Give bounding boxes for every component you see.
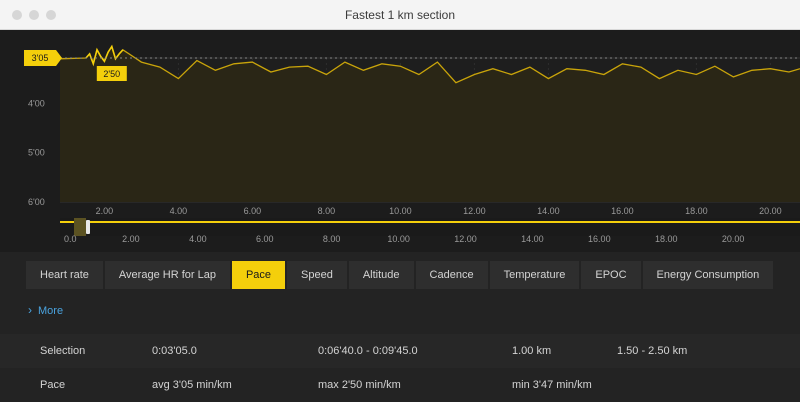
max-pace-label: 2'50 <box>103 69 120 79</box>
x-tick-label: 16.00 <box>611 206 634 216</box>
y-tick-label: 4'00 <box>28 98 45 108</box>
navigator-tick-label: 20.00 <box>722 234 745 244</box>
window-title: Fastest 1 km section <box>344 8 456 22</box>
x-tick-label: 20.00 <box>759 206 782 216</box>
chevron-right-icon: › <box>28 303 32 317</box>
navigator-tick-label: 8.00 <box>323 234 341 244</box>
pace-row: Pace avg 3'05 min/km max 2'50 min/km min… <box>0 368 800 402</box>
navigator-tick-label: 4.00 <box>189 234 207 244</box>
tab-altitude[interactable]: Altitude <box>348 261 414 289</box>
range-navigator[interactable] <box>60 218 800 236</box>
tab-heart-rate[interactable]: Heart rate <box>26 261 103 289</box>
avg-pace-label: 3'05 <box>32 53 49 63</box>
x-tick-label: 8.00 <box>318 206 336 216</box>
tab-speed[interactable]: Speed <box>287 261 347 289</box>
x-tick-label: 6.00 <box>244 206 262 216</box>
selection-duration: 0:03'05.0 <box>152 345 197 357</box>
y-tick-label: 5'00 <box>28 148 45 158</box>
more-toggle[interactable]: › More <box>28 303 63 317</box>
navigator-tick-label: 16.00 <box>588 234 611 244</box>
selection-distance: 1.00 km <box>512 345 552 357</box>
navigator-tick-label: 10.00 <box>387 234 410 244</box>
tab-epoc[interactable]: EPOC <box>581 261 641 289</box>
navigator-tick-label: 2.00 <box>122 234 140 244</box>
x-tick-label: 12.00 <box>463 206 486 216</box>
x-tick-label: 18.00 <box>685 206 708 216</box>
tab-temperature[interactable]: Temperature <box>489 261 580 289</box>
navigator-tick-label: 14.00 <box>521 234 544 244</box>
selection-distance-range: 1.50 - 2.50 km <box>617 345 688 357</box>
pace-avg: avg 3'05 min/km <box>152 379 232 391</box>
navigator-tick-label: 12.00 <box>454 234 477 244</box>
selection-row: Selection 0:03'05.0 0:06'40.0 - 0:09'45.… <box>0 334 800 368</box>
tab-cadence[interactable]: Cadence <box>415 261 488 289</box>
pace-max: max 2'50 min/km <box>318 379 401 391</box>
selection-time-range: 0:06'40.0 - 0:09'45.0 <box>318 345 418 357</box>
title-bar: Fastest 1 km section <box>0 0 800 30</box>
more-label: More <box>38 305 64 317</box>
x-tick-label: 4.00 <box>170 206 188 216</box>
x-tick-label: 10.00 <box>389 206 412 216</box>
row-label: Selection <box>40 345 86 357</box>
navigator-tick-label: 6.00 <box>256 234 274 244</box>
navigator-tick-label: 18.00 <box>655 234 678 244</box>
row-label: Pace <box>40 379 66 391</box>
x-tick-label: 14.00 <box>537 206 560 216</box>
tab-energy-consumption[interactable]: Energy Consumption <box>642 261 774 289</box>
navigator-handle[interactable] <box>86 220 90 234</box>
pace-chart-area[interactable]: min/km4'005'006'002.004.006.008.0010.001… <box>0 30 800 252</box>
graph-tabs: Heart rate Average HR for Lap Pace Speed Alt… <box>26 261 774 289</box>
tab-average-hr-for-lap[interactable]: Average HR for Lap <box>104 261 230 289</box>
pace-min: min 3'47 min/km <box>512 379 592 391</box>
x-tick-label: 2.00 <box>96 206 114 216</box>
tab-pace[interactable]: Pace <box>231 261 286 289</box>
navigator-tick-label: 0.0 <box>64 234 77 244</box>
y-tick-label: 6'00 <box>28 197 45 207</box>
pace-chart[interactable]: min/km4'005'006'002.004.006.008.0010.001… <box>0 30 800 252</box>
